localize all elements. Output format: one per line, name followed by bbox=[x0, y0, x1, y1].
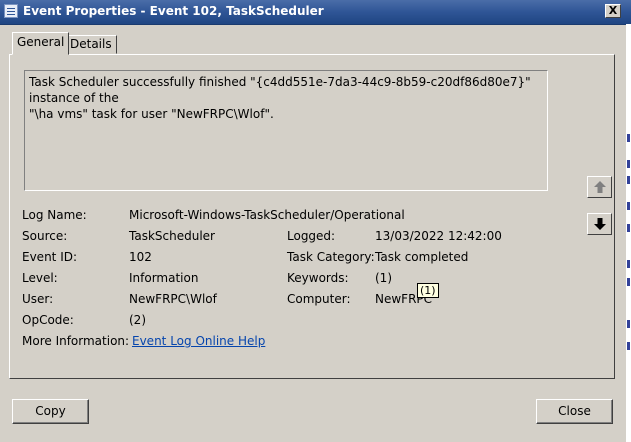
copy-button[interactable]: Copy bbox=[12, 399, 89, 424]
tooltip: (1) bbox=[417, 283, 439, 298]
keywords-label: Keywords: bbox=[287, 271, 349, 285]
log-name-label: Log Name: bbox=[22, 208, 87, 222]
arrow-down-icon bbox=[594, 218, 606, 230]
more-information-label: More Information: bbox=[22, 334, 130, 348]
description-line-2: "\ha vms" task for user "NewFRPC\Wlof". bbox=[29, 107, 274, 121]
event-log-online-help-link[interactable]: Event Log Online Help bbox=[132, 334, 265, 348]
window-title: Event Properties - Event 102, TaskSchedu… bbox=[23, 4, 324, 18]
source-value: TaskScheduler bbox=[129, 229, 215, 243]
close-window-button[interactable]: X bbox=[605, 4, 621, 18]
opcode-label: OpCode: bbox=[22, 313, 74, 327]
tab-details[interactable]: Details bbox=[65, 35, 117, 54]
keywords-value: (1) bbox=[375, 271, 392, 285]
title-bar[interactable]: Event Properties - Event 102, TaskSchedu… bbox=[0, 0, 631, 25]
description-line-1: Task Scheduler successfully finished "{c… bbox=[29, 75, 531, 105]
source-label: Source: bbox=[22, 229, 68, 243]
event-viewer-icon bbox=[4, 4, 18, 18]
next-event-button[interactable] bbox=[587, 213, 612, 235]
level-label: Level: bbox=[22, 271, 58, 285]
event-properties-window: Event Properties - Event 102, TaskSchedu… bbox=[0, 0, 631, 442]
task-category-label: Task Category: bbox=[287, 250, 375, 264]
logged-value: 13/03/2022 12:42:00 bbox=[375, 229, 502, 243]
tab-general[interactable]: General bbox=[12, 32, 70, 55]
logged-label: Logged: bbox=[287, 229, 336, 243]
user-value: NewFRPC\Wlof bbox=[129, 292, 217, 306]
event-id-value: 102 bbox=[129, 250, 152, 264]
log-name-value: Microsoft-Windows-TaskScheduler/Operatio… bbox=[129, 208, 405, 222]
event-description[interactable]: Task Scheduler successfully finished "{c… bbox=[24, 70, 548, 191]
computer-label: Computer: bbox=[287, 292, 351, 306]
opcode-value: (2) bbox=[129, 313, 146, 327]
close-button[interactable]: Close bbox=[536, 399, 613, 424]
previous-event-button[interactable] bbox=[587, 176, 612, 198]
background-window-edge bbox=[626, 24, 631, 442]
arrow-up-icon bbox=[594, 181, 606, 193]
event-id-label: Event ID: bbox=[22, 250, 78, 264]
user-label: User: bbox=[22, 292, 54, 306]
task-category-value: Task completed bbox=[375, 250, 469, 264]
level-value: Information bbox=[129, 271, 199, 285]
